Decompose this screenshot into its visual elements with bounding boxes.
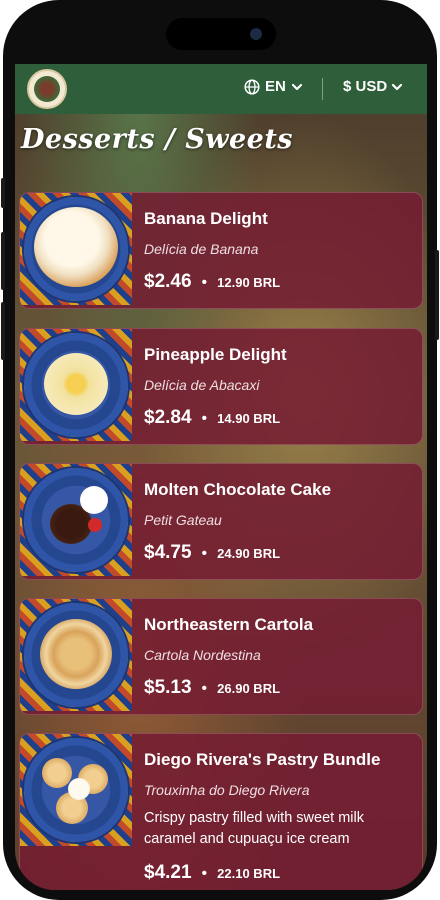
phone-volume-down <box>1 302 5 360</box>
top-bar: EN $ USD <box>15 64 427 114</box>
dish-subtitle: Trouxinha do Diego Rivera <box>144 782 310 798</box>
dish-name: Molten Chocolate Cake <box>144 480 332 499</box>
dish-subtitle: Cartola Nordestina <box>144 647 261 663</box>
dish-image <box>20 599 132 711</box>
dish-subtitle: Delícia de Banana <box>144 241 259 257</box>
page-title: Desserts / Sweets <box>21 124 294 155</box>
chevron-down-icon <box>391 81 403 93</box>
dish-name: Banana Delight <box>144 209 268 228</box>
chevron-down-icon <box>291 81 303 93</box>
language-label: EN <box>265 78 286 95</box>
phone-side-button <box>1 178 5 208</box>
dish-image <box>20 464 132 576</box>
menu-item-card[interactable]: Diego Rivera's Pastry Bundle Trouxinha d… <box>19 733 423 890</box>
menu-item-card[interactable]: Banana Delight Delícia de Banana $2.46 •… <box>19 192 423 309</box>
price-usd: $4.75 <box>144 542 192 563</box>
restaurant-logo[interactable] <box>27 69 67 109</box>
camera-icon <box>250 28 262 40</box>
dish-description: Crispy pastry filled with sweet milk car… <box>144 810 364 847</box>
separator-dot: • <box>201 680 208 697</box>
dish-name: Pineapple Delight <box>144 345 287 364</box>
price-brl: 12.90 BRL <box>217 275 281 290</box>
price-usd: $2.84 <box>144 407 192 428</box>
screen: EN $ USD Desserts / Sweets Banana Deligh… <box>15 64 427 890</box>
menu-item-card[interactable]: Molten Chocolate Cake Petit Gateau $4.75… <box>19 463 423 580</box>
menu-item-card[interactable]: Northeastern Cartola Cartola Nordestina … <box>19 598 423 715</box>
dish-image <box>20 734 132 846</box>
phone-power-button <box>435 250 439 340</box>
currency-label: $ USD <box>343 78 388 95</box>
price-brl: 14.90 BRL <box>217 411 281 426</box>
language-selector[interactable]: EN <box>244 78 303 95</box>
separator-dot: • <box>201 545 208 562</box>
price-brl: 26.90 BRL <box>217 681 281 696</box>
price-usd: $4.21 <box>144 862 192 883</box>
dish-name: Diego Rivera's Pastry Bundle <box>144 750 381 769</box>
dish-subtitle: Petit Gateau <box>144 512 222 528</box>
price-usd: $2.46 <box>144 271 192 292</box>
phone-volume-up <box>1 232 5 290</box>
menu-item-card[interactable]: Pineapple Delight Delícia de Abacaxi $2.… <box>19 328 423 445</box>
dish-image <box>20 329 132 441</box>
price-brl: 22.10 BRL <box>217 866 281 881</box>
currency-selector[interactable]: $ USD <box>343 78 403 95</box>
dish-image <box>20 193 132 305</box>
price-usd: $5.13 <box>144 677 192 698</box>
header-divider <box>322 78 323 100</box>
separator-dot: • <box>201 410 208 427</box>
dish-name: Northeastern Cartola <box>144 615 314 634</box>
price-brl: 24.90 BRL <box>217 546 281 561</box>
separator-dot: • <box>201 865 208 882</box>
globe-icon <box>244 78 260 95</box>
dish-subtitle: Delícia de Abacaxi <box>144 377 260 393</box>
separator-dot: • <box>201 274 208 291</box>
